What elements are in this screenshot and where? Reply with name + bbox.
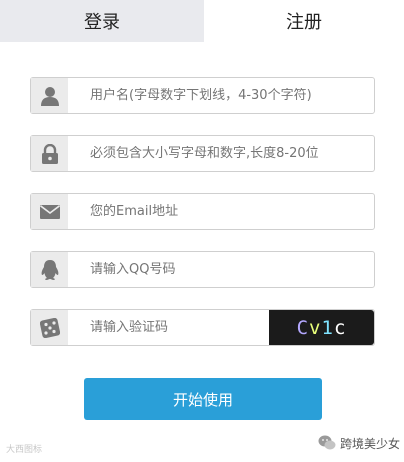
watermark-left: 大西图标	[6, 445, 43, 455]
captcha-image[interactable]: C v 1 c	[269, 310, 374, 345]
password-field	[30, 135, 375, 172]
watermark-right-text: 跨境美少女	[340, 436, 401, 451]
auth-tabs: 登录 注册	[0, 0, 404, 42]
email-input[interactable]	[68, 204, 358, 219]
captcha-char: c	[333, 316, 347, 339]
captcha-char: 1	[321, 316, 334, 339]
captcha-char: C	[296, 316, 310, 339]
tab-login[interactable]: 登录	[0, 0, 204, 42]
email-field	[30, 193, 375, 230]
dice-icon	[31, 310, 68, 345]
qq-penguin-icon	[31, 252, 68, 287]
lock-icon	[31, 136, 68, 171]
captcha-field: C v 1 c	[30, 309, 375, 346]
watermark-right: 跨境美少女	[318, 433, 400, 453]
qq-field	[30, 251, 375, 288]
captcha-char: v	[309, 316, 322, 339]
captcha-input[interactable]	[68, 320, 248, 335]
user-icon	[31, 78, 68, 113]
username-input[interactable]	[68, 88, 358, 103]
password-input[interactable]	[68, 146, 358, 161]
wechat-icon	[318, 435, 336, 450]
qq-input[interactable]	[68, 262, 358, 277]
envelope-icon	[31, 194, 68, 229]
tab-register[interactable]: 注册	[204, 0, 404, 42]
username-field	[30, 77, 375, 114]
start-button[interactable]: 开始使用	[84, 378, 322, 420]
